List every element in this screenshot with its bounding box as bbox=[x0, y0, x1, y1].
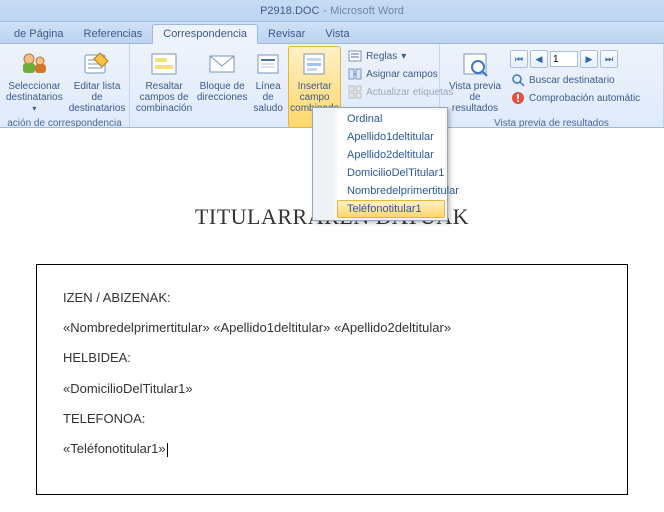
record-nav: ⏮ ◀ ▶ ⏭ bbox=[508, 48, 643, 70]
ribbon-tabs: de Página Referencias Correspondencia Re… bbox=[0, 22, 664, 44]
tab-diseno-pagina[interactable]: de Página bbox=[4, 25, 74, 43]
dropdown-item[interactable]: Apellido2deltitular bbox=[337, 146, 445, 164]
edit-list-icon bbox=[81, 49, 113, 79]
group-iniciar: Seleccionar destinatarios▾ Editar lista … bbox=[0, 44, 130, 127]
match-fields-icon bbox=[348, 67, 362, 81]
rules-icon bbox=[348, 49, 362, 63]
editar-lista-button[interactable]: Editar lista de destinatarios bbox=[67, 46, 128, 117]
label-izen: IZEN / ABIZENAK: bbox=[63, 289, 601, 307]
group-label-vista: Vista previa de resultados bbox=[444, 117, 659, 127]
label-helbidea: HELBIDEA: bbox=[63, 349, 601, 367]
group-vista-previa: Vista previa de resultados ⏮ ◀ ▶ ⏭ Busca… bbox=[440, 44, 664, 127]
update-labels-icon bbox=[348, 85, 362, 99]
tab-vista[interactable]: Vista bbox=[315, 25, 359, 43]
resaltar-campos-button[interactable]: Resaltar campos de combinación bbox=[134, 46, 194, 128]
preview-results-icon bbox=[459, 49, 491, 79]
doc-name: P2918.DOC bbox=[260, 5, 319, 17]
tab-revisar[interactable]: Revisar bbox=[258, 25, 315, 43]
dropdown-item[interactable]: Teléfonotitular1 bbox=[337, 200, 445, 218]
line-domicilio: «DomicilioDelTitular1» bbox=[63, 380, 601, 398]
record-number-input[interactable] bbox=[550, 51, 578, 67]
label-telefono: TELEFONOA: bbox=[63, 410, 601, 428]
vista-previa-button[interactable]: Vista previa de resultados bbox=[444, 46, 506, 117]
dropdown-item[interactable]: Apellido1deltitular bbox=[337, 128, 445, 146]
nav-prev-button[interactable]: ◀ bbox=[530, 50, 548, 68]
seleccionar-destinatarios-button[interactable]: Seleccionar destinatarios▾ bbox=[4, 46, 65, 117]
line-names: «Nombredelprimertitular» «Apellido1delti… bbox=[63, 319, 601, 337]
dropdown-item[interactable]: Nombredelprimertitular bbox=[337, 182, 445, 200]
insert-merge-field-icon bbox=[299, 49, 331, 79]
nav-first-button[interactable]: ⏮ bbox=[510, 50, 528, 68]
buscar-destinatario-button[interactable]: Buscar destinatario bbox=[508, 72, 643, 88]
tab-referencias[interactable]: Referencias bbox=[74, 25, 153, 43]
dropdown-item[interactable]: DomicilioDelTitular1 bbox=[337, 164, 445, 182]
people-icon bbox=[18, 49, 50, 79]
find-recipient-icon bbox=[511, 73, 525, 87]
insert-merge-field-dropdown: OrdinalApellido1deltitularApellido2delti… bbox=[312, 107, 448, 221]
linea-saludo-button[interactable]: Línea de saludo bbox=[250, 46, 286, 128]
app-name: - Microsoft Word bbox=[323, 5, 404, 17]
dropdown-item[interactable]: Ordinal bbox=[337, 110, 445, 128]
nav-last-button[interactable]: ⏭ bbox=[600, 50, 618, 68]
dropdown-gutter bbox=[313, 108, 335, 220]
line-telefono: «Teléfonotitular1» bbox=[63, 440, 601, 458]
nav-next-button[interactable]: ▶ bbox=[580, 50, 598, 68]
comprobacion-button[interactable]: Comprobación automátic bbox=[508, 90, 643, 106]
auto-check-icon bbox=[511, 91, 525, 105]
bloque-direcciones-button[interactable]: Bloque de direcciones bbox=[196, 46, 248, 128]
tab-correspondencia[interactable]: Correspondencia bbox=[152, 24, 258, 44]
doc-frame: IZEN / ABIZENAK: «Nombredelprimertitular… bbox=[36, 264, 628, 495]
address-block-icon bbox=[206, 49, 238, 79]
highlight-fields-icon bbox=[148, 49, 180, 79]
title-bar: P2918.DOC - Microsoft Word bbox=[0, 0, 664, 22]
group-label-iniciar: ación de correspondencia bbox=[4, 117, 125, 127]
greeting-line-icon bbox=[252, 49, 284, 79]
